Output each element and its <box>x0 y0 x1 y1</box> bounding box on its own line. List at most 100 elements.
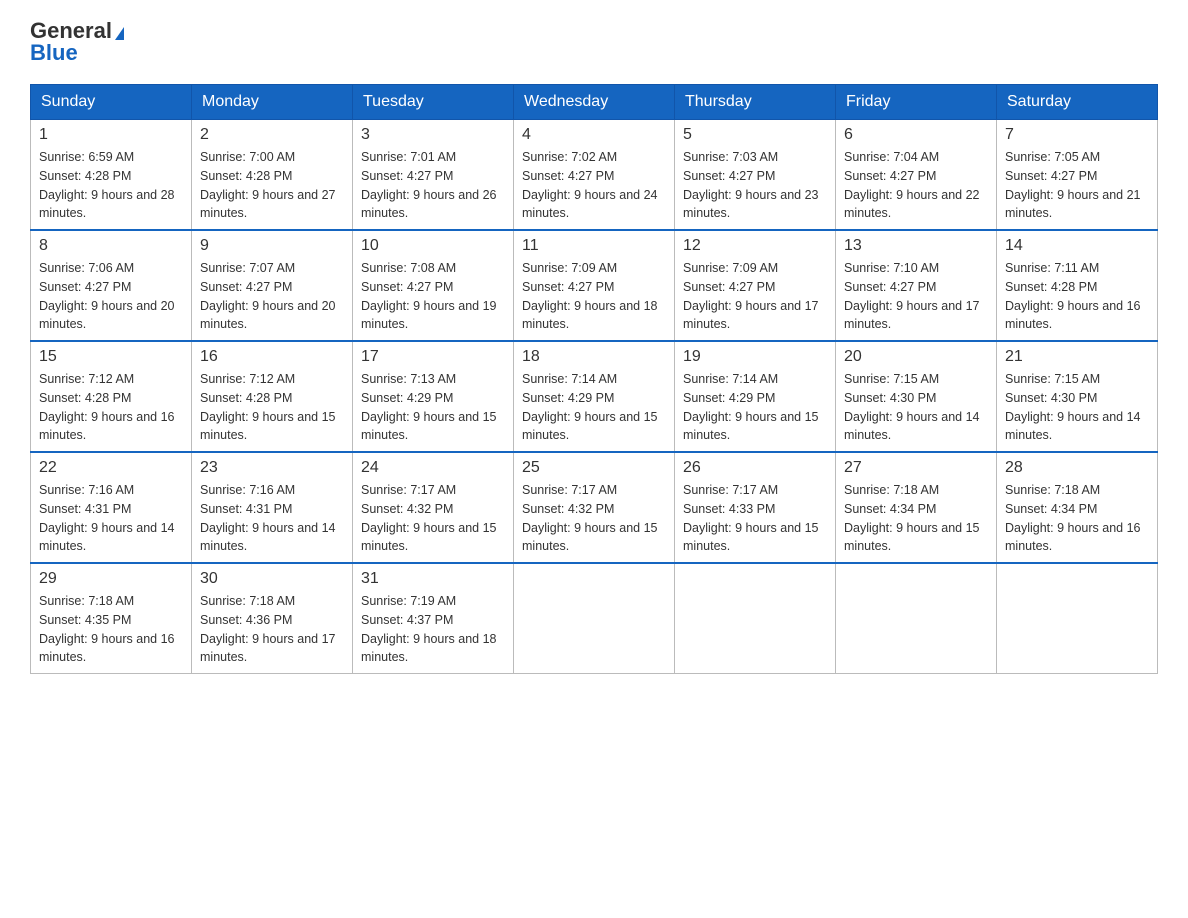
day-number: 1 <box>39 126 183 144</box>
week-row-2: 8 Sunrise: 7:06 AMSunset: 4:27 PMDayligh… <box>31 230 1158 341</box>
day-info: Sunrise: 7:08 AMSunset: 4:27 PMDaylight:… <box>361 259 505 334</box>
table-cell: 18 Sunrise: 7:14 AMSunset: 4:29 PMDaylig… <box>514 341 675 452</box>
table-cell: 28 Sunrise: 7:18 AMSunset: 4:34 PMDaylig… <box>997 452 1158 563</box>
day-number: 3 <box>361 126 505 144</box>
table-cell: 21 Sunrise: 7:15 AMSunset: 4:30 PMDaylig… <box>997 341 1158 452</box>
day-number: 17 <box>361 348 505 366</box>
table-cell: 25 Sunrise: 7:17 AMSunset: 4:32 PMDaylig… <box>514 452 675 563</box>
table-cell: 23 Sunrise: 7:16 AMSunset: 4:31 PMDaylig… <box>192 452 353 563</box>
week-row-5: 29 Sunrise: 7:18 AMSunset: 4:35 PMDaylig… <box>31 563 1158 674</box>
day-info: Sunrise: 7:16 AMSunset: 4:31 PMDaylight:… <box>39 481 183 556</box>
weekday-header-friday: Friday <box>836 85 997 120</box>
day-number: 31 <box>361 570 505 588</box>
day-number: 16 <box>200 348 344 366</box>
day-number: 10 <box>361 237 505 255</box>
day-info: Sunrise: 7:18 AMSunset: 4:35 PMDaylight:… <box>39 592 183 667</box>
week-row-4: 22 Sunrise: 7:16 AMSunset: 4:31 PMDaylig… <box>31 452 1158 563</box>
day-info: Sunrise: 6:59 AMSunset: 4:28 PMDaylight:… <box>39 148 183 223</box>
day-info: Sunrise: 7:17 AMSunset: 4:32 PMDaylight:… <box>361 481 505 556</box>
day-number: 21 <box>1005 348 1149 366</box>
day-number: 11 <box>522 237 666 255</box>
day-info: Sunrise: 7:07 AMSunset: 4:27 PMDaylight:… <box>200 259 344 334</box>
table-cell: 3 Sunrise: 7:01 AMSunset: 4:27 PMDayligh… <box>353 120 514 231</box>
day-number: 24 <box>361 459 505 477</box>
day-number: 14 <box>1005 237 1149 255</box>
table-cell <box>675 563 836 674</box>
day-number: 30 <box>200 570 344 588</box>
day-info: Sunrise: 7:06 AMSunset: 4:27 PMDaylight:… <box>39 259 183 334</box>
day-number: 2 <box>200 126 344 144</box>
table-cell: 12 Sunrise: 7:09 AMSunset: 4:27 PMDaylig… <box>675 230 836 341</box>
table-cell: 10 Sunrise: 7:08 AMSunset: 4:27 PMDaylig… <box>353 230 514 341</box>
day-info: Sunrise: 7:17 AMSunset: 4:32 PMDaylight:… <box>522 481 666 556</box>
day-number: 22 <box>39 459 183 477</box>
table-cell: 26 Sunrise: 7:17 AMSunset: 4:33 PMDaylig… <box>675 452 836 563</box>
day-number: 6 <box>844 126 988 144</box>
table-cell: 7 Sunrise: 7:05 AMSunset: 4:27 PMDayligh… <box>997 120 1158 231</box>
day-number: 25 <box>522 459 666 477</box>
table-cell: 14 Sunrise: 7:11 AMSunset: 4:28 PMDaylig… <box>997 230 1158 341</box>
day-info: Sunrise: 7:14 AMSunset: 4:29 PMDaylight:… <box>683 370 827 445</box>
day-number: 13 <box>844 237 988 255</box>
table-cell: 24 Sunrise: 7:17 AMSunset: 4:32 PMDaylig… <box>353 452 514 563</box>
day-info: Sunrise: 7:18 AMSunset: 4:34 PMDaylight:… <box>1005 481 1149 556</box>
day-info: Sunrise: 7:15 AMSunset: 4:30 PMDaylight:… <box>844 370 988 445</box>
weekday-header-tuesday: Tuesday <box>353 85 514 120</box>
day-number: 20 <box>844 348 988 366</box>
day-info: Sunrise: 7:19 AMSunset: 4:37 PMDaylight:… <box>361 592 505 667</box>
day-number: 12 <box>683 237 827 255</box>
day-info: Sunrise: 7:02 AMSunset: 4:27 PMDaylight:… <box>522 148 666 223</box>
table-cell: 6 Sunrise: 7:04 AMSunset: 4:27 PMDayligh… <box>836 120 997 231</box>
day-number: 23 <box>200 459 344 477</box>
day-number: 7 <box>1005 126 1149 144</box>
logo: General Blue <box>30 20 124 64</box>
table-cell: 11 Sunrise: 7:09 AMSunset: 4:27 PMDaylig… <box>514 230 675 341</box>
day-number: 4 <box>522 126 666 144</box>
day-info: Sunrise: 7:01 AMSunset: 4:27 PMDaylight:… <box>361 148 505 223</box>
table-cell: 22 Sunrise: 7:16 AMSunset: 4:31 PMDaylig… <box>31 452 192 563</box>
day-info: Sunrise: 7:18 AMSunset: 4:34 PMDaylight:… <box>844 481 988 556</box>
week-row-3: 15 Sunrise: 7:12 AMSunset: 4:28 PMDaylig… <box>31 341 1158 452</box>
table-cell <box>514 563 675 674</box>
table-cell: 5 Sunrise: 7:03 AMSunset: 4:27 PMDayligh… <box>675 120 836 231</box>
day-number: 5 <box>683 126 827 144</box>
day-number: 19 <box>683 348 827 366</box>
day-number: 18 <box>522 348 666 366</box>
day-number: 15 <box>39 348 183 366</box>
day-info: Sunrise: 7:04 AMSunset: 4:27 PMDaylight:… <box>844 148 988 223</box>
week-row-1: 1 Sunrise: 6:59 AMSunset: 4:28 PMDayligh… <box>31 120 1158 231</box>
day-number: 27 <box>844 459 988 477</box>
day-info: Sunrise: 7:09 AMSunset: 4:27 PMDaylight:… <box>683 259 827 334</box>
table-cell: 20 Sunrise: 7:15 AMSunset: 4:30 PMDaylig… <box>836 341 997 452</box>
table-cell: 8 Sunrise: 7:06 AMSunset: 4:27 PMDayligh… <box>31 230 192 341</box>
logo-triangle-icon <box>115 27 124 40</box>
day-number: 29 <box>39 570 183 588</box>
table-cell: 31 Sunrise: 7:19 AMSunset: 4:37 PMDaylig… <box>353 563 514 674</box>
table-cell: 29 Sunrise: 7:18 AMSunset: 4:35 PMDaylig… <box>31 563 192 674</box>
weekday-header-saturday: Saturday <box>997 85 1158 120</box>
day-info: Sunrise: 7:10 AMSunset: 4:27 PMDaylight:… <box>844 259 988 334</box>
logo-blue-text: Blue <box>30 40 78 65</box>
weekday-header-wednesday: Wednesday <box>514 85 675 120</box>
day-info: Sunrise: 7:05 AMSunset: 4:27 PMDaylight:… <box>1005 148 1149 223</box>
day-info: Sunrise: 7:12 AMSunset: 4:28 PMDaylight:… <box>200 370 344 445</box>
table-cell: 16 Sunrise: 7:12 AMSunset: 4:28 PMDaylig… <box>192 341 353 452</box>
table-cell: 13 Sunrise: 7:10 AMSunset: 4:27 PMDaylig… <box>836 230 997 341</box>
day-info: Sunrise: 7:00 AMSunset: 4:28 PMDaylight:… <box>200 148 344 223</box>
table-cell: 4 Sunrise: 7:02 AMSunset: 4:27 PMDayligh… <box>514 120 675 231</box>
logo-general-text: General <box>30 20 112 42</box>
day-number: 26 <box>683 459 827 477</box>
day-info: Sunrise: 7:15 AMSunset: 4:30 PMDaylight:… <box>1005 370 1149 445</box>
day-info: Sunrise: 7:16 AMSunset: 4:31 PMDaylight:… <box>200 481 344 556</box>
day-info: Sunrise: 7:03 AMSunset: 4:27 PMDaylight:… <box>683 148 827 223</box>
day-info: Sunrise: 7:11 AMSunset: 4:28 PMDaylight:… <box>1005 259 1149 334</box>
table-cell: 30 Sunrise: 7:18 AMSunset: 4:36 PMDaylig… <box>192 563 353 674</box>
weekday-header-thursday: Thursday <box>675 85 836 120</box>
table-cell: 27 Sunrise: 7:18 AMSunset: 4:34 PMDaylig… <box>836 452 997 563</box>
day-number: 8 <box>39 237 183 255</box>
day-info: Sunrise: 7:17 AMSunset: 4:33 PMDaylight:… <box>683 481 827 556</box>
table-cell: 17 Sunrise: 7:13 AMSunset: 4:29 PMDaylig… <box>353 341 514 452</box>
table-cell: 2 Sunrise: 7:00 AMSunset: 4:28 PMDayligh… <box>192 120 353 231</box>
page-header: General Blue <box>30 20 1158 64</box>
weekday-header-monday: Monday <box>192 85 353 120</box>
